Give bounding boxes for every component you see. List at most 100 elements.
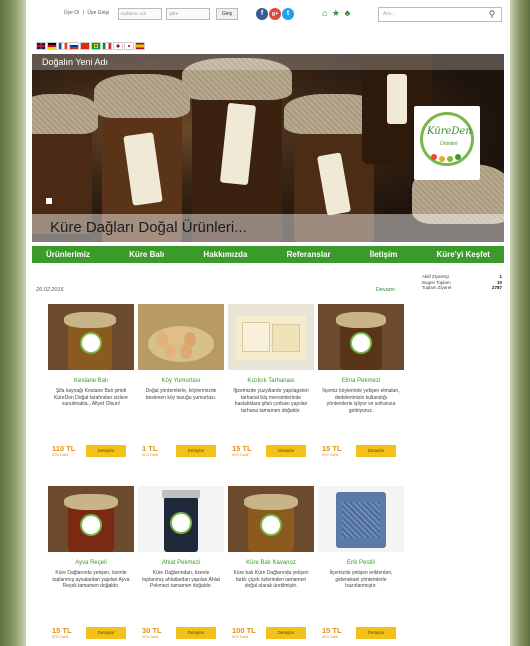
flag-germany-icon[interactable] xyxy=(47,42,57,50)
flag-russia-icon[interactable] xyxy=(69,42,79,50)
flag-france-icon[interactable] xyxy=(58,42,68,50)
product-card[interactable]: Küre Balı Kavanoz Küre balı Küre Dağların… xyxy=(228,486,314,646)
product-image[interactable] xyxy=(138,486,224,552)
left-background-frame xyxy=(0,0,26,646)
product-card[interactable]: Kestane Balı Şifa kaynağı Kestane Balı şi… xyxy=(48,304,134,474)
member-login-link[interactable]: Üye Girişi xyxy=(87,10,109,16)
product-details-button[interactable]: Detaylar xyxy=(356,627,396,639)
product-price: 30 TL xyxy=(142,626,162,635)
product-name[interactable]: Kestane Balı xyxy=(48,378,134,384)
logo-dot xyxy=(447,156,453,162)
product-description: Doğal yöntemlerle, köylerimizde beslenen… xyxy=(145,388,217,401)
product-details-button[interactable]: Detaylar xyxy=(356,445,396,457)
product-description: Küre Dağlarından, özenle toplanmış ahlat… xyxy=(142,570,220,589)
signup-link[interactable]: Üye Ol xyxy=(64,10,79,16)
logo-dot xyxy=(439,156,445,162)
brand-logo: KüreDen Ürünleri xyxy=(414,106,480,180)
flag-korea-icon[interactable] xyxy=(124,42,134,50)
product-card[interactable]: Ahlat Pekmezi Küre Dağlarından, özenle to… xyxy=(138,486,224,646)
facebook-icon[interactable]: f xyxy=(256,8,268,20)
date-label: 26.02.2016 xyxy=(36,287,64,293)
product-image[interactable] xyxy=(138,304,224,370)
top-bar: Üye Ol | Üye Girişi Kullanıcı Adı Şifre … xyxy=(26,4,510,24)
product-tax-note: KDV Dahil xyxy=(52,453,69,457)
main-nav: Ürünlerimiz Küre Balı Hakkımızda Referan… xyxy=(32,246,504,263)
product-card[interactable]: Kızılcık Tarhanası İğzemizde yüzyıllardır… xyxy=(228,304,314,474)
account-links: Üye Ol | Üye Girişi xyxy=(64,10,111,16)
cloth-cover xyxy=(32,94,98,134)
product-description: İlçemiz köylerinde yetişen elmaları, ded… xyxy=(322,388,400,414)
twitter-icon[interactable]: t xyxy=(282,8,294,20)
product-tax-note: KDV Dahil xyxy=(322,635,339,639)
cloth-cover xyxy=(94,74,190,118)
product-details-button[interactable]: Detaylar xyxy=(266,445,306,457)
search-icon[interactable]: ⚲ xyxy=(487,8,497,20)
product-tax-note: KDV Dahil xyxy=(142,453,159,457)
product-price: 15 TL xyxy=(232,444,252,453)
nav-kure-honey[interactable]: Küre Balı xyxy=(129,246,164,263)
google-plus-icon[interactable]: g+ xyxy=(269,8,281,20)
product-price: 15 TL xyxy=(322,444,342,453)
product-name[interactable]: Ahlat Pekmezi xyxy=(138,560,224,566)
product-price: 1 TL xyxy=(142,444,158,453)
home-favorite-sitemap-icons[interactable]: ⌂ ★ ♣ xyxy=(322,8,351,19)
flag-uk-icon[interactable] xyxy=(36,42,46,50)
product-card[interactable]: Ayva Reçeli Küre Dağlarında yetişen, özen… xyxy=(48,486,134,646)
product-name[interactable]: Erik Pestili xyxy=(318,560,404,566)
product-card[interactable]: Elma Pekmezi İlçemiz köylerinde yetişen e… xyxy=(318,304,404,474)
nav-about[interactable]: Hakkımızda xyxy=(203,246,247,263)
flag-china-icon[interactable] xyxy=(80,42,90,50)
product-card[interactable]: Erik Pestili İlçemizde yetişen eriklerden… xyxy=(318,486,404,646)
product-name[interactable]: Kızılcık Tarhanası xyxy=(228,378,314,384)
product-image[interactable] xyxy=(228,304,314,370)
password-input[interactable]: Şifre xyxy=(166,8,210,20)
product-image[interactable] xyxy=(48,486,134,552)
banner-caption-bar: Küre Dağları Doğal Ürünleri... xyxy=(32,214,504,242)
search-input[interactable]: Ara... xyxy=(378,7,502,22)
product-price: 15 TL xyxy=(52,626,72,635)
product-price: 15 TL xyxy=(322,626,342,635)
username-input[interactable]: Kullanıcı Adı xyxy=(118,8,162,20)
product-description: İğzemizde yüzyıllardır yapılageleri tarh… xyxy=(233,388,309,414)
hero-banner: Doğalın Yeni Adı KüreDen Ürünleri Küre D… xyxy=(32,54,504,242)
product-image[interactable] xyxy=(318,304,404,370)
product-tax-note: KDV Dahil xyxy=(322,453,339,457)
product-tax-note: KDV Dahil xyxy=(232,453,249,457)
slider-indicator[interactable] xyxy=(46,198,52,204)
product-description: Küre balı Küre Dağlarında yetişen farklı… xyxy=(233,570,309,589)
logo-dot xyxy=(431,154,437,160)
product-name[interactable]: Elma Pekmezi xyxy=(318,378,404,384)
product-description: Şifa kaynağı Kestane Balı şimdi KüreDen … xyxy=(54,388,128,407)
product-card[interactable]: Köy Yumurtası Doğal yöntemlerle, köylerim… xyxy=(138,304,224,474)
nav-products[interactable]: Ürünlerimiz xyxy=(46,246,90,263)
product-name[interactable]: Köy Yumurtası xyxy=(138,378,224,384)
logo-text-brand: KüreDen xyxy=(427,126,472,137)
product-image[interactable] xyxy=(318,486,404,552)
product-details-button[interactable]: Detaylar xyxy=(176,445,216,457)
product-details-button[interactable]: Detaylar xyxy=(86,627,126,639)
product-details-button[interactable]: Detaylar xyxy=(176,627,216,639)
product-name[interactable]: Küre Balı Kavanoz xyxy=(228,560,314,566)
nav-references[interactable]: Referanslar xyxy=(287,246,331,263)
product-description: İlçemizde yetişen eriklerden, geleneksel… xyxy=(329,570,393,589)
stat-label: Toplam Ziyaret xyxy=(422,285,452,290)
product-name[interactable]: Ayva Reçeli xyxy=(48,560,134,566)
nav-explore-kure[interactable]: Küre'yi Keşfet xyxy=(436,246,489,263)
more-link[interactable]: Devamı xyxy=(376,287,395,293)
flag-japan-icon[interactable] xyxy=(113,42,123,50)
right-background-frame xyxy=(510,0,530,646)
flag-spain-icon[interactable] xyxy=(135,42,145,50)
product-details-button[interactable]: Detaylar xyxy=(86,445,126,457)
product-image[interactable] xyxy=(48,304,134,370)
banner-caption: Küre Dağları Doğal Ürünleri... xyxy=(50,219,247,236)
product-tax-note: KDV Dahil xyxy=(232,635,249,639)
login-button[interactable]: Giriş xyxy=(216,8,238,20)
flag-brazil-icon[interactable] xyxy=(91,42,101,50)
flag-italy-icon[interactable] xyxy=(102,42,112,50)
banner-tagline: Doğalın Yeni Adı xyxy=(42,57,109,67)
nav-contact[interactable]: İletişim xyxy=(370,246,398,263)
link-separator: | xyxy=(82,10,84,16)
product-price: 100 TL xyxy=(232,626,256,635)
product-image[interactable] xyxy=(228,486,314,552)
product-details-button[interactable]: Detaylar xyxy=(266,627,306,639)
